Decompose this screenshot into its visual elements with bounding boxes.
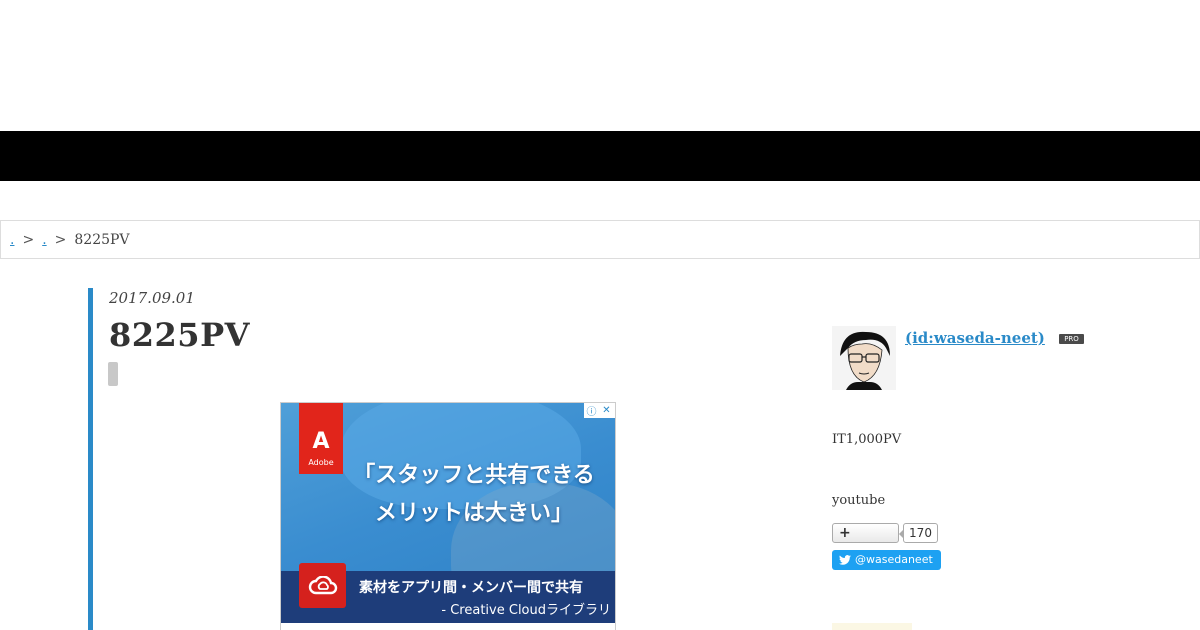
category-chip[interactable] bbox=[108, 362, 118, 386]
entry-date[interactable]: 2017.09.01 bbox=[109, 289, 195, 307]
twitter-follow-button[interactable]: @wasedaneet bbox=[832, 550, 941, 570]
ad-banner[interactable]: A Adobe 「スタッフと共有できる メリットは大きい」 素材をアプリ間・メン… bbox=[280, 402, 616, 630]
ad-subline-product: - Creative Cloudライブラリ bbox=[441, 603, 611, 618]
breadcrumb-current: 8225PV bbox=[74, 231, 130, 248]
breadcrumb-link-top[interactable]: . bbox=[10, 232, 14, 248]
close-icon[interactable]: ✕ bbox=[599, 403, 614, 418]
info-icon[interactable]: ⓘ bbox=[584, 403, 599, 418]
follower-count: 170 bbox=[899, 523, 938, 543]
ad-bottom-strip bbox=[281, 623, 615, 630]
breadcrumb: . > . > 8225PV bbox=[0, 220, 1200, 259]
author-link[interactable]: (id:waseda-neet) bbox=[905, 329, 1045, 347]
ad-headline-line-2: メリットは大きい」 bbox=[374, 501, 573, 526]
creative-cloud-icon bbox=[299, 563, 346, 608]
breadcrumb-link-category[interactable]: . bbox=[42, 232, 46, 248]
ad-choices: ⓘ ✕ bbox=[584, 403, 615, 418]
adobe-logo: A Adobe bbox=[299, 403, 343, 474]
adobe-logo-text: Adobe bbox=[308, 458, 334, 467]
global-nav-bar bbox=[0, 131, 1200, 181]
pro-badge: PRO bbox=[1059, 334, 1084, 344]
follow-button[interactable]: + bbox=[832, 523, 899, 543]
twitter-handle: @wasedaneet bbox=[855, 553, 933, 566]
ad-headline-line-1: 「スタッフと共有できる bbox=[353, 463, 595, 488]
avatar[interactable] bbox=[832, 326, 896, 390]
ad-headline: 「スタッフと共有できる メリットは大きい」 bbox=[349, 457, 599, 533]
breadcrumb-separator: > bbox=[54, 231, 67, 248]
ad-subline: 素材をアプリ間・メンバー間で共有 bbox=[359, 580, 583, 596]
profile-description: IT1,000PV bbox=[832, 432, 902, 447]
sidebar: (id:waseda-neet) PRO IT1,000PV youtube +… bbox=[832, 326, 1152, 630]
adobe-logo-mark: A bbox=[312, 429, 330, 454]
breadcrumb-separator: > bbox=[22, 231, 35, 248]
sidebar-next-widget bbox=[832, 623, 912, 630]
entry-title[interactable]: 8225PV bbox=[109, 316, 250, 354]
site-header bbox=[0, 0, 1200, 131]
youtube-text: youtube bbox=[832, 493, 886, 508]
twitter-bird-icon bbox=[839, 555, 851, 565]
